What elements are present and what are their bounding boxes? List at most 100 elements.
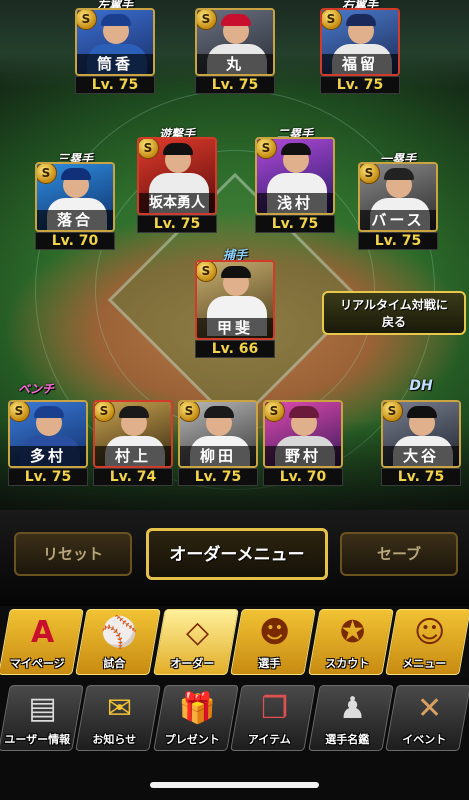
rarity-badge-icon: S (95, 402, 115, 422)
menu-order-button[interactable]: ◇ オーダー (152, 609, 239, 675)
bench-card-3[interactable]: S 柳田 Lv. 75 (178, 400, 258, 486)
menu-notice-button[interactable]: ✉ お知らせ (75, 685, 162, 751)
player-card-left-field[interactable]: 左翼手 S 筒香 Lv. 75 (75, 0, 155, 94)
rarity-badge-icon: S (10, 402, 30, 422)
return-to-realtime-battle-button[interactable]: リアルタイム対戦に 戻る (322, 291, 466, 335)
player-portrait-frame: S 浅村 (255, 137, 335, 215)
menu-label: イベント (402, 733, 447, 746)
player-card-third-base[interactable]: 三塁手 S 落合 Lv. 70 (35, 152, 115, 250)
player-portrait-frame: S 柳田 (178, 400, 258, 468)
rarity-badge-icon: S (265, 402, 285, 422)
player-portrait-frame: S 福留 (320, 8, 400, 76)
player-card-right-field[interactable]: 右翼手 S 福留 Lv. 75 (320, 0, 400, 94)
menu-label: ユーザー情報 (4, 733, 71, 746)
return-button-line1: リアルタイム対戦に (340, 298, 448, 312)
menu-player-directory-button[interactable]: ♟ 選手名鑑 (307, 685, 394, 751)
rarity-badge-icon: S (197, 262, 217, 282)
player-level: Lv. 75 (358, 232, 438, 250)
player-card-shortstop[interactable]: 遊撃手 S 坂本勇人 Lv. 75 (137, 127, 217, 233)
reset-button[interactable]: リセット (14, 532, 132, 576)
player-silhouette-icon: ☻ (259, 615, 291, 650)
menu-label: メニュー (402, 657, 447, 670)
player-portrait-frame: S 大谷 (381, 400, 461, 468)
player-level: Lv. 75 (320, 76, 400, 94)
player-portrait-frame: S 多村 (8, 400, 88, 468)
player-name: 坂本勇人 (139, 193, 215, 213)
menu-present-button[interactable]: 🎁 プレゼント (152, 685, 239, 751)
rarity-badge-icon: S (360, 164, 380, 184)
player-level: Lv. 75 (195, 76, 275, 94)
player-level: Lv. 75 (178, 468, 258, 486)
bench-label: ベンチ (18, 382, 55, 396)
player-name: 丸 (197, 54, 273, 74)
stadium-icon: ⚾ (101, 615, 139, 650)
letter-a-icon: A (30, 615, 55, 650)
order-menu-button[interactable]: オーダーメニュー (146, 528, 328, 580)
player-name: 浅村 (257, 193, 333, 213)
home-indicator[interactable] (150, 782, 319, 788)
menu-scout-button[interactable]: ✪ スカウト (307, 609, 394, 675)
gift-box-icon: 🎁 (178, 691, 217, 726)
bats-and-ball-icon: ✕ (416, 691, 443, 726)
menu-event-button[interactable]: ✕ イベント (385, 685, 469, 751)
player-level: Lv. 74 (93, 468, 173, 486)
player-level: Lv. 75 (75, 76, 155, 94)
rarity-badge-icon: S (180, 402, 200, 422)
rarity-badge-icon: S (197, 10, 217, 30)
menu-user-info-button[interactable]: ▤ ユーザー情報 (0, 685, 84, 751)
menu-mascot-icon: ☺ (413, 615, 446, 650)
rarity-badge-icon: S (257, 139, 277, 159)
player-portrait-frame: S 落合 (35, 162, 115, 232)
field-diagram-icon: ◇ (185, 615, 209, 650)
menu-label: オーダー (170, 657, 215, 670)
player-name: 柳田 (180, 446, 256, 466)
player-name: 大谷 (383, 446, 459, 466)
sub-menu-bar: ▤ ユーザー情報 ✉ お知らせ 🎁 プレゼント ❐ アイテム ♟ 選手名鑑 ✕ … (0, 682, 469, 754)
menu-menu-button[interactable]: ☺ メニュー (385, 609, 469, 675)
rarity-badge-icon: S (383, 402, 403, 422)
rarity-badge-icon: S (37, 164, 57, 184)
item-book-icon: ❐ (261, 691, 289, 726)
player-card-first-base[interactable]: 一塁手 S バース Lv. 75 (358, 152, 438, 250)
player-level: Lv. 75 (8, 468, 88, 486)
player-name: 筒香 (77, 54, 153, 74)
rarity-badge-icon: S (139, 139, 159, 159)
player-card-second-base[interactable]: 二塁手 S 浅村 Lv. 75 (255, 127, 335, 233)
menu-mypage-button[interactable]: A マイページ (0, 609, 84, 675)
bench-card-1[interactable]: ベンチ S 多村 Lv. 75 (8, 382, 88, 486)
menu-label: 選手名鑑 (324, 733, 369, 746)
user-card-icon: ▤ (28, 691, 57, 726)
menu-label: マイページ (9, 657, 65, 670)
save-button[interactable]: セーブ (340, 532, 458, 576)
player-level: Lv. 66 (195, 340, 275, 358)
menu-item-button[interactable]: ❐ アイテム (230, 685, 316, 751)
dh-card[interactable]: DH S 大谷 Lv. 75 (381, 378, 461, 486)
scout-badge-icon: ✪ (339, 615, 365, 650)
menu-players-button[interactable]: ☻ 選手 (230, 609, 316, 675)
player-portrait-frame: S 村上 (93, 400, 173, 468)
player-portrait-frame: S 甲斐 (195, 260, 275, 340)
menu-label: スカウト (324, 657, 369, 670)
menu-label: 選手 (258, 657, 281, 670)
player-name: バース (360, 210, 436, 230)
bench-card-2[interactable]: S 村上 Lv. 74 (93, 400, 173, 486)
player-level: Lv. 75 (137, 215, 217, 233)
player-card-center-field[interactable]: S 丸 Lv. 75 (195, 8, 275, 94)
player-portrait-frame: S 丸 (195, 8, 275, 76)
player-name: 多村 (10, 446, 86, 466)
player-name: 甲斐 (197, 318, 273, 338)
player-directory-icon: ♟ (338, 691, 366, 726)
menu-game-button[interactable]: ⚾ 試合 (75, 609, 162, 675)
player-level: Lv. 75 (255, 215, 335, 233)
bench-card-4[interactable]: S 野村 Lv. 70 (263, 400, 343, 486)
menu-label: お知らせ (92, 733, 137, 746)
menu-label: 試合 (103, 657, 126, 670)
main-menu-bar: A マイページ ⚾ 試合 ◇ オーダー ☻ 選手 ✪ スカウト ☺ メニュー (0, 606, 469, 678)
rarity-badge-icon: S (322, 10, 342, 30)
player-level: Lv. 70 (35, 232, 115, 250)
player-portrait-frame: S 野村 (263, 400, 343, 468)
player-name: 野村 (265, 446, 341, 466)
dh-label: DH (409, 378, 433, 394)
menu-label: アイテム (248, 733, 291, 746)
player-card-catcher[interactable]: 捕手 S 甲斐 Lv. 66 (195, 248, 275, 358)
